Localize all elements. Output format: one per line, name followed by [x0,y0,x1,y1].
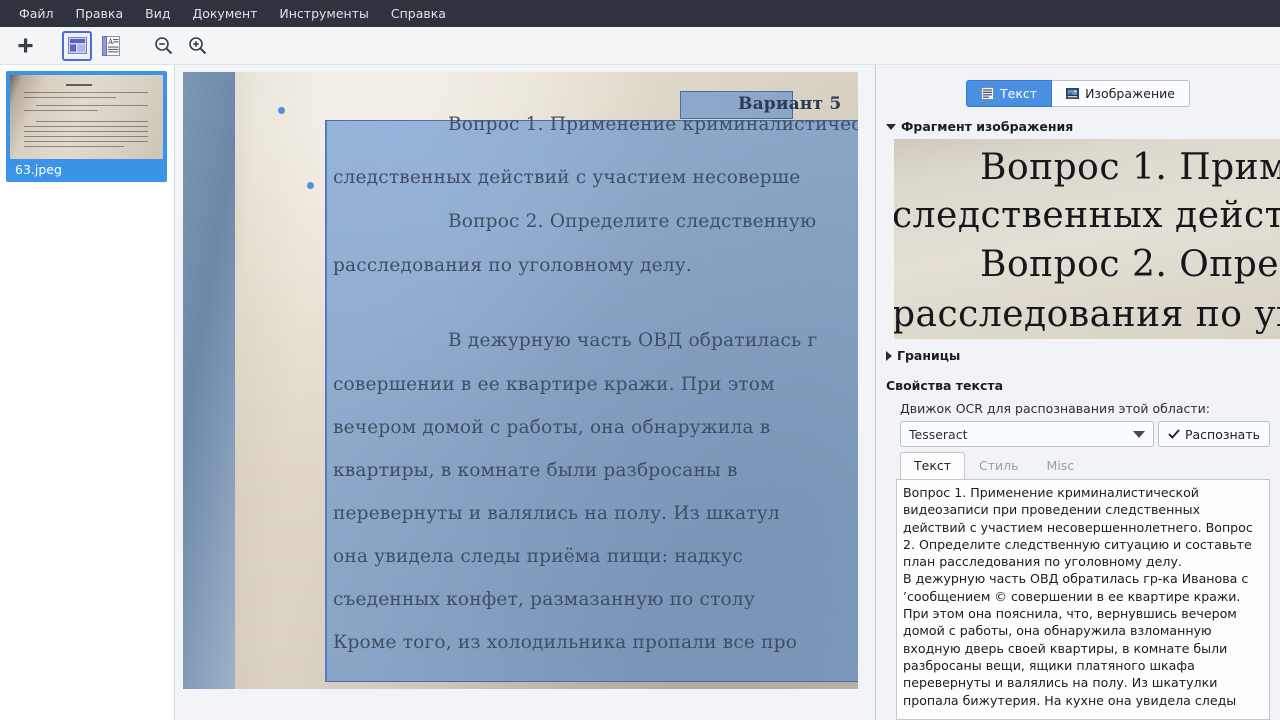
fragment-line: Вопрос 1. Примен [980,147,1280,188]
menu-item-document[interactable]: Документ [181,1,268,26]
scan-line: она увидела следы приёма пищи: надкус [333,546,744,567]
recognize-button[interactable]: Распознать [1157,421,1270,447]
text-properties-tabs: Текст Стиль Misc [900,452,1270,479]
fragment-line: расследования по угол [894,294,1280,335]
recognize-button-label: Распознать [1184,426,1260,442]
chevron-right-icon [886,350,892,361]
toolbar: A [0,27,1280,65]
photo-left-band [183,72,235,689]
menu-item-file[interactable]: Файл [8,1,65,26]
properties-panel: Текст Изображение Фрагмент изображения В… [875,65,1280,720]
scan-line: следственных действий с участием несовер… [333,167,801,188]
zoom-out-icon [154,37,172,55]
chevron-down-icon [1132,430,1145,438]
plus-icon [18,38,32,53]
ocr-engine-row: Tesseract Распознать [900,421,1270,447]
page-thumbnail-label: 63.jpeg [15,162,62,177]
fragment-section-header[interactable]: Фрагмент изображения [886,119,1270,134]
page-thumbnail-image [10,75,163,159]
borders-section-label: Границы [897,348,961,363]
tab-misc[interactable]: Misc [1033,452,1089,479]
fragment-line: следственных действий [894,195,1280,236]
scan-line: квартиры, в комнате были разбросаны в [333,460,738,481]
check-icon [1168,429,1180,439]
region-type-toggle: Текст Изображение [886,80,1270,107]
zone-layout-button[interactable] [62,30,92,61]
scan-line: совершении в ее квартире кражи. При этом [333,374,775,395]
ocr-engine-value: Tesseract [909,426,968,442]
scan-title-text: Вариант 5 [738,94,842,114]
zoom-out-button[interactable] [148,31,178,61]
scan-line: Вопрос 2. Определите следственную [448,211,817,232]
picture-icon [1066,88,1080,99]
region-type-image-label: Изображение [1085,86,1175,101]
scan-line: съеденных конфет, размазанную по столу [333,589,755,610]
zoom-in-button[interactable] [182,31,212,61]
text-lines-icon [981,87,995,100]
menu-item-view[interactable]: Вид [134,1,181,26]
tab-style[interactable]: Стиль [965,452,1033,479]
layout-zones-icon [67,37,87,54]
chevron-down-icon [886,123,896,130]
region-type-image-button[interactable]: Изображение [1052,80,1190,107]
image-canvas[interactable]: Вариант 5 Вопрос 1. Применение криминали… [175,65,875,720]
ocr-engine-select[interactable]: Tesseract [900,421,1154,447]
tab-text[interactable]: Текст [900,452,966,479]
main-area: 63.jpeg Вариант 5 Вопрос 1. Применение к… [0,65,1280,720]
ocr-text-area[interactable]: Вопрос 1. Применение криминалистической … [896,479,1270,720]
scan-line: Кроме того, из холодильника пропали все … [333,632,798,653]
menu-bar: Файл Правка Вид Документ Инструменты Спр… [0,0,1280,27]
page-thumbnail-item[interactable]: 63.jpeg [6,71,167,182]
menu-item-edit[interactable]: Правка [65,1,135,26]
zoom-in-icon [188,37,206,55]
scan-line: В дежурную часть ОВД обратилась г [448,330,818,351]
selection-handle-dot[interactable] [278,107,285,114]
pages-sidebar: 63.jpeg [0,65,175,720]
ocr-engine-label: Движок OCR для распознавания этой област… [900,401,1211,416]
borders-section-header[interactable]: Границы [886,348,1270,363]
scan-line: Вопрос 1. Применение криминалистичес [448,114,858,135]
scanned-page-image[interactable]: Вариант 5 Вопрос 1. Применение криминали… [183,72,858,689]
region-type-text-button[interactable]: Текст [966,80,1053,107]
scan-line: вечером домой с работы, она обнаружила в [333,417,771,438]
image-fragment-preview: Вопрос 1. Примен следственных действий В… [894,139,1280,339]
region-type-text-label: Текст [1000,86,1038,101]
scan-line: расследования по уголовному делу. [333,255,692,276]
menu-item-help[interactable]: Справка [380,1,457,26]
fragment-line: Вопрос 2. Опре [980,244,1280,285]
text-recognize-button[interactable]: A [96,31,126,61]
text-properties-title: Свойства текста [886,378,1004,393]
add-page-button[interactable] [10,31,40,61]
svg-text:A: A [107,38,114,46]
selection-handle-dot[interactable] [307,182,314,189]
scan-line: перевернуты и валялись на полу. Из шкату… [333,503,780,524]
text-page-icon: A [101,35,120,56]
menu-item-tools[interactable]: Инструменты [268,1,379,26]
fragment-section-label: Фрагмент изображения [901,119,1074,134]
